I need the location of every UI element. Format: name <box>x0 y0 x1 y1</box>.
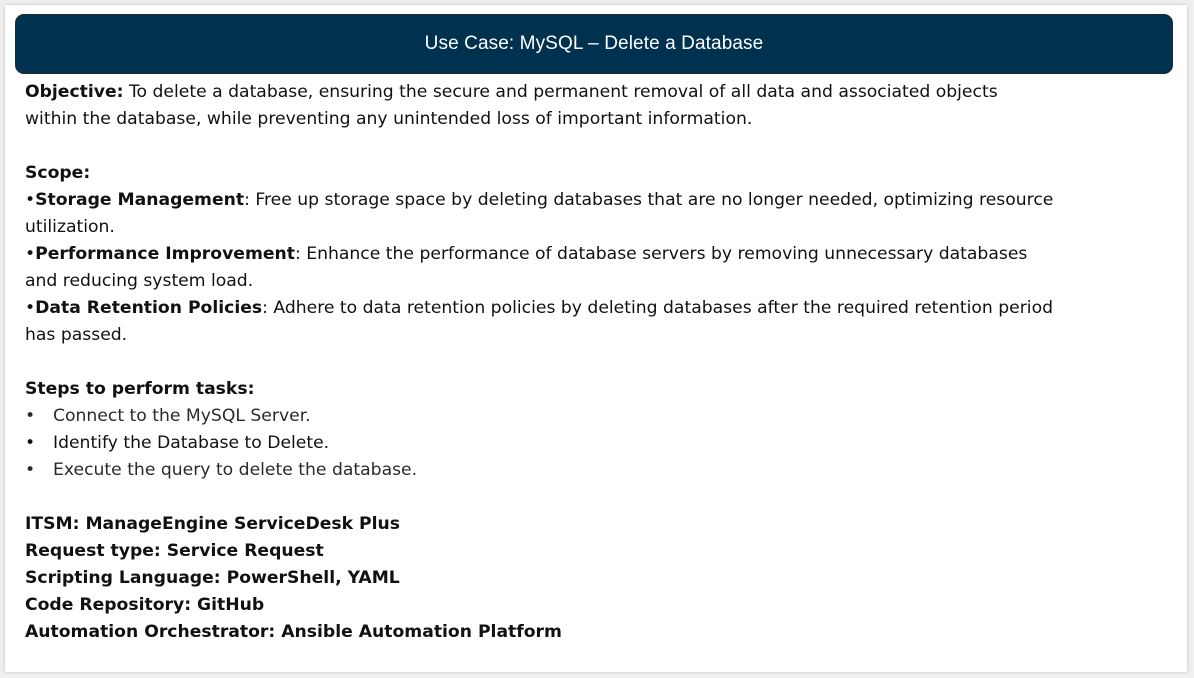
objective-line-2: within the database, while preventing an… <box>25 109 753 129</box>
scope-item-performance-cont: and reducing system load. <box>25 271 254 291</box>
scope-heading: Scope: <box>25 160 1145 187</box>
slide: Use Case: MySQL – Delete a Database Obje… <box>5 5 1187 672</box>
detail-text: Scripting Language: PowerShell, YAML <box>25 568 400 588</box>
scope-item-retention: •Data Retention Policies: Adhere to data… <box>25 295 1145 322</box>
detail-text: Code Repository: GitHub <box>25 595 265 615</box>
step-text: Connect to the MySQL Server. <box>53 406 311 426</box>
scope-item-storage-cont: utilization. <box>25 217 115 237</box>
bullet-icon: • <box>25 244 36 264</box>
bullet-icon: • <box>25 406 36 426</box>
detail-scripting-language: Scripting Language: PowerShell, YAML <box>25 565 1145 592</box>
scope-heading-text: Scope: <box>25 163 91 183</box>
scope-item-text: : Enhance the performance of database se… <box>294 244 1028 264</box>
step-item: • Identify the Database to Delete. <box>25 430 1145 457</box>
detail-text: ITSM: ManageEngine ServiceDesk Plus <box>25 514 400 534</box>
steps-heading-text: Steps to perform tasks: <box>25 379 255 399</box>
scope-item-label: Storage Management <box>35 190 245 210</box>
bullet-icon: • <box>25 190 36 210</box>
bullet-icon: • <box>25 433 36 453</box>
scope-item-text: : Free up storage space by deleting data… <box>244 190 1054 210</box>
title-banner: Use Case: MySQL – Delete a Database <box>15 14 1173 74</box>
step-item: • Execute the query to delete the databas… <box>25 457 1145 484</box>
detail-request-type: Request type: Service Request <box>25 538 1145 565</box>
scope-item-text: : Adhere to data retention policies by d… <box>262 298 1054 318</box>
objective-line-1: Objective: To delete a database, ensurin… <box>25 79 1145 106</box>
page-title: Use Case: MySQL – Delete a Database <box>424 33 764 54</box>
detail-text: Request type: Service Request <box>25 541 324 561</box>
bullet-icon: • <box>25 460 36 480</box>
objective-label: Objective: <box>25 82 124 102</box>
detail-code-repository: Code Repository: GitHub <box>25 592 1145 619</box>
step-text: Identify the Database to Delete. <box>53 433 330 453</box>
objective-text-1: To delete a database, ensuring the secur… <box>123 82 998 102</box>
scope-item-label: Data Retention Policies <box>35 298 263 318</box>
detail-text: Automation Orchestrator: Ansible Automat… <box>25 622 562 642</box>
detail-automation-orchestrator: Automation Orchestrator: Ansible Automat… <box>25 619 1145 646</box>
scope-item-retention-cont: has passed. <box>25 325 128 345</box>
scope-item-performance: •Performance Improvement: Enhance the pe… <box>25 241 1145 268</box>
step-text: Execute the query to delete the database… <box>53 460 418 480</box>
detail-itsm: ITSM: ManageEngine ServiceDesk Plus <box>25 511 1145 538</box>
scope-item-label: Performance Improvement <box>35 244 295 264</box>
bullet-icon: • <box>25 298 36 318</box>
content-body: Objective: To delete a database, ensurin… <box>25 79 1145 646</box>
step-item: • Connect to the MySQL Server. <box>25 403 1145 430</box>
scope-item-storage: •Storage Management: Free up storage spa… <box>25 187 1145 214</box>
steps-heading: Steps to perform tasks: <box>25 376 1145 403</box>
